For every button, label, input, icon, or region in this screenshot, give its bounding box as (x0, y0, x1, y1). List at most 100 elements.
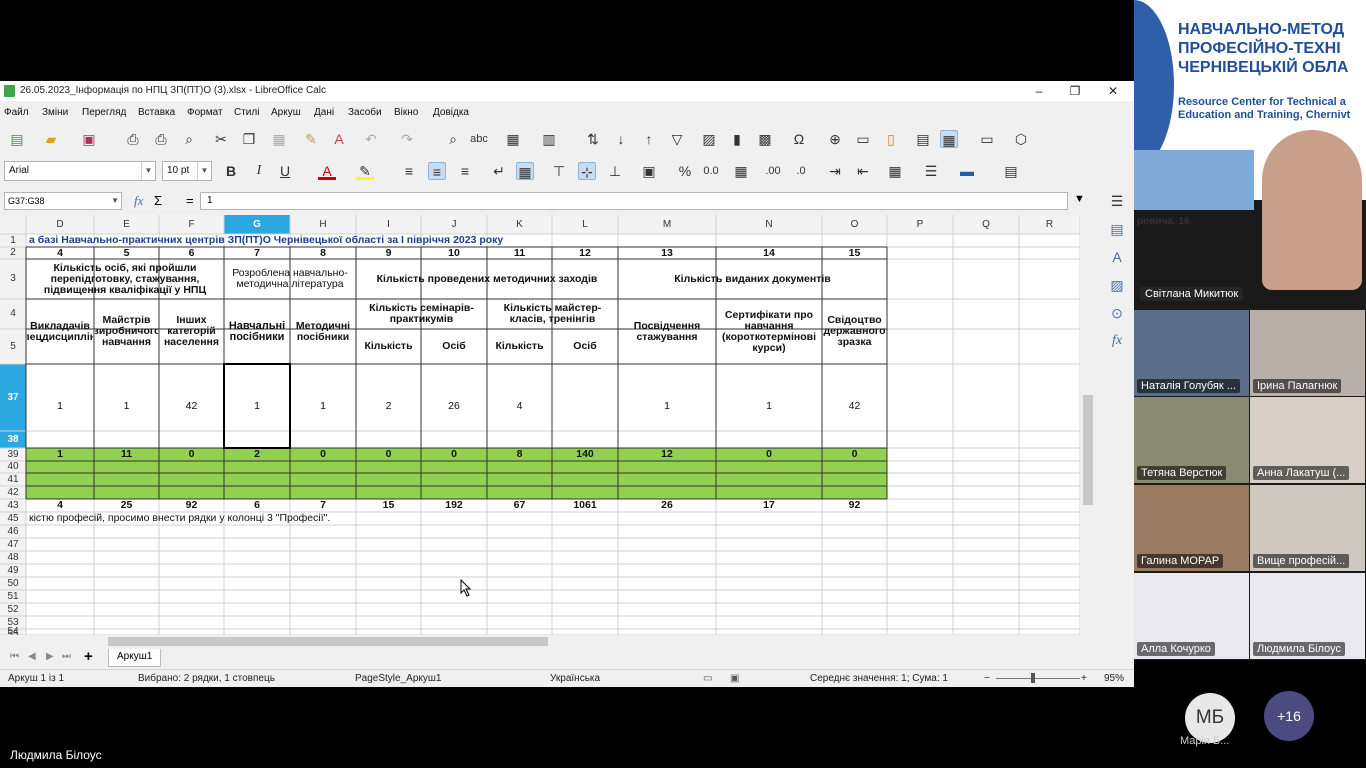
column-header-f[interactable]: F (159, 219, 224, 230)
data-cell[interactable]: 1 (291, 365, 355, 447)
zoom-in-icon[interactable]: + (1081, 673, 1087, 684)
data-cell[interactable]: 0 (422, 449, 486, 460)
row-header-3[interactable]: 3 (0, 273, 26, 284)
gallery-icon[interactable]: ▨ (1107, 275, 1127, 295)
align-center-icon[interactable]: ≡ (428, 162, 446, 180)
header-cell[interactable]: Сертифікати про навчання (короткотерміно… (717, 300, 821, 363)
font-size-box[interactable]: 10 pt ▼ (162, 161, 212, 181)
redo-icon[interactable]: ↷ (398, 130, 416, 148)
row-header-45[interactable]: 45 (0, 513, 26, 524)
participant-tile[interactable]: Ірина Палагнюк (1250, 310, 1365, 396)
column-number-cell[interactable]: 14 (717, 248, 821, 258)
status-language[interactable]: Українська (550, 673, 600, 684)
data-cell[interactable]: 42 (160, 365, 223, 447)
paste-icon[interactable]: ▦ (270, 130, 288, 148)
percent-format-button[interactable]: % (676, 162, 694, 180)
row-header-47[interactable]: 47 (0, 539, 26, 550)
note-cell[interactable]: кістю професій, просимо внести рядки у к… (27, 513, 886, 524)
column-icon[interactable]: ▥ (540, 130, 558, 148)
freeze-rows-columns-icon[interactable]: ▦ (940, 130, 958, 148)
column-header-m[interactable]: M (618, 219, 716, 230)
column-header-q[interactable]: Q (953, 219, 1019, 230)
column-header-i[interactable]: I (356, 219, 421, 230)
data-cell[interactable] (553, 365, 617, 447)
total-cell[interactable]: 6 (225, 500, 289, 511)
increase-indent-icon[interactable]: ⇥ (826, 162, 844, 180)
styles-icon[interactable]: A (1107, 247, 1127, 267)
functions-icon[interactable]: fx (1107, 331, 1127, 351)
participant-tile[interactable]: Алла Кочурко (1134, 573, 1249, 659)
name-box[interactable]: G37:G38 ▼ (4, 192, 122, 210)
insert-chart-icon[interactable]: ▮ (728, 130, 746, 148)
save-icon[interactable]: ▣ (80, 130, 98, 148)
chevron-down-icon[interactable]: ▼ (141, 162, 155, 180)
header-cell[interactable]: Майстрів виробничого навчання (95, 300, 158, 363)
total-cell[interactable]: 192 (422, 500, 486, 511)
participant-tile[interactable]: Анна Лакатуш (... (1250, 397, 1365, 483)
row-header-39[interactable]: 39 (0, 449, 26, 460)
header-cell[interactable]: Кількість (488, 330, 551, 363)
minimize-button[interactable]: – (1020, 81, 1058, 101)
add-decimal-button[interactable]: .00 (764, 162, 782, 180)
header-cell[interactable]: Інших категорій населення (160, 300, 223, 363)
menu-help[interactable]: Довідка (433, 107, 469, 118)
data-cell[interactable]: 0 (160, 449, 223, 460)
sheet-title-cell[interactable]: а базі Навчально-практичних центрів ЗП(П… (27, 235, 886, 246)
comment-icon[interactable]: ▭ (854, 130, 872, 148)
participant-tile[interactable]: Вище професій... (1250, 485, 1365, 571)
row-header-5[interactable]: 5 (0, 341, 26, 352)
spelling-icon[interactable]: abc (470, 130, 488, 148)
expand-formula-bar-icon[interactable]: ▼ (1074, 193, 1085, 205)
column-number-cell[interactable]: 11 (488, 248, 551, 258)
export-pdf-icon[interactable]: ⎙ (124, 130, 142, 148)
data-cell[interactable]: 1 (95, 365, 158, 447)
column-header-d[interactable]: D (26, 219, 94, 230)
data-cell[interactable]: 1 (619, 365, 715, 447)
copy-icon[interactable]: ❐ (240, 130, 258, 148)
pivot-table-icon[interactable]: ▩ (756, 130, 774, 148)
data-cell[interactable]: 26 (422, 365, 486, 447)
header-cell[interactable]: Посвідчення стажування (619, 300, 715, 363)
column-number-cell[interactable]: 4 (27, 248, 93, 258)
row-header-37[interactable]: 37 (0, 392, 26, 403)
insert-image-icon[interactable]: ▨ (700, 130, 718, 148)
border-color-icon[interactable]: ▬ (958, 162, 976, 180)
special-character-icon[interactable]: Ω (790, 130, 808, 148)
menu-styles[interactable]: Стилі (234, 107, 259, 118)
data-cell[interactable]: 12 (619, 449, 715, 460)
find-replace-icon[interactable]: ⌕ (444, 130, 462, 148)
data-cell[interactable]: 1 (225, 365, 289, 447)
last-sheet-icon[interactable]: ⏭ (62, 651, 71, 662)
open-folder-icon[interactable]: ▰ (42, 130, 60, 148)
menu-edit[interactable]: Зміни (42, 107, 68, 118)
row-header-38[interactable]: 38 (0, 434, 26, 445)
align-top-icon[interactable]: ⊤ (550, 162, 568, 180)
group-header-cell[interactable]: Кількість проведених методичних заходів (357, 260, 617, 298)
column-number-cell[interactable]: 8 (291, 248, 355, 258)
header-cell[interactable]: Методичні посібники (291, 300, 355, 363)
merge-cells-icon[interactable]: ▦ (516, 162, 534, 180)
column-number-cell[interactable]: 5 (95, 248, 158, 258)
status-page-style[interactable]: PageStyle_Аркуш1 (355, 673, 441, 684)
print-preview-icon[interactable]: ⌕ (180, 130, 198, 148)
scroll-thumb[interactable] (1083, 395, 1093, 505)
menu-sheet[interactable]: Аркуш (271, 107, 301, 118)
spreadsheet-grid[interactable]: D E F G H I J K L M N O P Q R 1 2 3 4 5 37 38 39 40 41 42 43 45 46 47… (0, 215, 1080, 635)
font-name-box[interactable]: Arial ▼ (4, 161, 156, 181)
sheet-tab[interactable]: Аркуш1 (108, 649, 162, 667)
column-number-cell[interactable]: 10 (422, 248, 486, 258)
header-cell[interactable]: Свідоцтво державного зразка (823, 300, 886, 363)
borders-icon[interactable]: ▦ (886, 162, 904, 180)
conditional-format-icon[interactable]: ▤ (1002, 162, 1020, 180)
total-cell[interactable]: 92 (160, 500, 223, 511)
column-header-p[interactable]: P (887, 219, 953, 230)
zoom-slider-thumb[interactable] (1031, 673, 1035, 683)
column-header-r[interactable]: R (1019, 219, 1080, 230)
menu-window[interactable]: Вікно (394, 107, 418, 118)
close-button[interactable]: ✕ (1094, 81, 1132, 101)
menu-format[interactable]: Формат (187, 107, 223, 118)
split-window-icon[interactable]: ▭ (978, 130, 996, 148)
data-cell[interactable]: 1 (27, 449, 93, 460)
center-vertically-icon[interactable]: ⊹ (578, 162, 596, 180)
header-cell[interactable]: Навчальні посібники (225, 300, 289, 363)
